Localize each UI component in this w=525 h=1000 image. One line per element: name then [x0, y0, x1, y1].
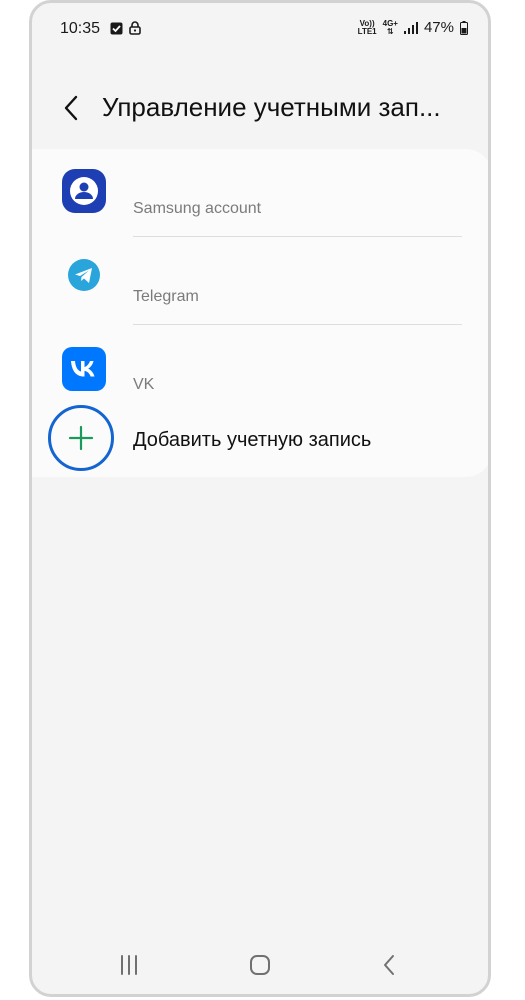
samsung-account-icon: [62, 169, 106, 213]
phone-frame: 10:35 Vo)) LTE1 4G+ ⇅ 47% Управление уче…: [29, 0, 491, 997]
plus-icon: [68, 425, 94, 451]
recents-icon: [121, 955, 137, 975]
page-title: Управление учетными зап...: [102, 92, 441, 122]
data-arrows-icon: ⇅: [386, 26, 394, 36]
highlight-ring: [48, 405, 114, 471]
add-account-button[interactable]: Добавить учетную запись: [32, 405, 488, 477]
battery-percent: 47%: [423, 19, 454, 36]
accounts-card: Samsung account Telegram VK Добавить уче…: [32, 149, 488, 477]
account-row-telegram[interactable]: Telegram: [32, 237, 488, 325]
lock-icon: [129, 21, 141, 35]
app-header: Управление учетными зап...: [32, 83, 488, 137]
status-bar: 10:35 Vo)) LTE1 4G+ ⇅ 47%: [32, 3, 488, 59]
signal-icon: [403, 21, 418, 34]
status-notification-icons: [110, 21, 141, 35]
volte-bottom-label: LTE1: [357, 26, 377, 36]
home-button[interactable]: [240, 950, 280, 980]
chevron-left-icon: [64, 95, 78, 121]
back-button[interactable]: [56, 93, 86, 123]
nav-back-button[interactable]: [369, 950, 409, 980]
account-label: Samsung account: [133, 200, 262, 217]
volte-indicator: Vo)) LTE1: [357, 19, 377, 36]
vk-icon: [62, 347, 106, 391]
account-label: VK: [133, 376, 155, 393]
status-right-cluster: Vo)) LTE1 4G+ ⇅ 47%: [358, 19, 468, 36]
add-account-label: Добавить учетную запись: [133, 429, 372, 451]
navigation-bar: [32, 938, 488, 994]
account-row-samsung[interactable]: Samsung account: [32, 149, 488, 237]
battery-icon: [460, 20, 468, 35]
home-icon: [250, 955, 270, 975]
checkbox-notification-icon: [110, 22, 123, 34]
back-icon: [384, 955, 394, 975]
recents-button[interactable]: [109, 950, 149, 980]
telegram-icon: [68, 259, 100, 291]
account-label: Telegram: [133, 288, 199, 305]
data-type-indicator: 4G+ ⇅: [383, 19, 398, 36]
status-time: 10:35: [60, 20, 101, 37]
account-row-vk[interactable]: VK: [32, 325, 488, 413]
